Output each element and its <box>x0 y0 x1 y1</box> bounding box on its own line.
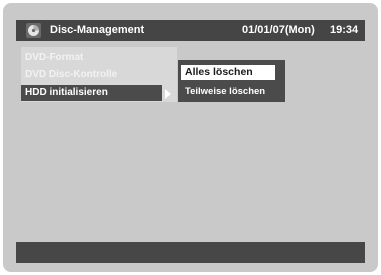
menu-item-dvd-disc-kontrolle[interactable]: DVD Disc-Kontrolle <box>21 67 159 83</box>
submenu-item-teilweise-loeschen[interactable]: Teilweise löschen <box>181 84 285 99</box>
submenu-item-alles-loeschen[interactable]: Alles löschen <box>181 65 275 80</box>
disc-icon <box>26 23 41 38</box>
menu-item-dvd-format[interactable]: DVD-Format <box>21 50 159 66</box>
time-display: 19:34 <box>330 24 359 36</box>
submenu-arrow-icon <box>165 89 171 99</box>
date-display: 01/01/07(Mon) <box>242 24 315 36</box>
menu-item-hdd-initialisieren[interactable]: HDD initialisieren <box>21 85 162 101</box>
submenu: Alles löschen Teilweise löschen <box>178 60 285 102</box>
page-title: Disc-Management <box>50 24 145 36</box>
header-bar: Disc-Management 01/01/07(Mon) 19:34 <box>16 20 365 41</box>
footer-bar <box>16 242 365 263</box>
screen: Disc-Management 01/01/07(Mon) 19:34 DVD-… <box>3 3 378 272</box>
main-menu: DVD-Format DVD Disc-Kontrolle HDD initia… <box>21 47 177 102</box>
